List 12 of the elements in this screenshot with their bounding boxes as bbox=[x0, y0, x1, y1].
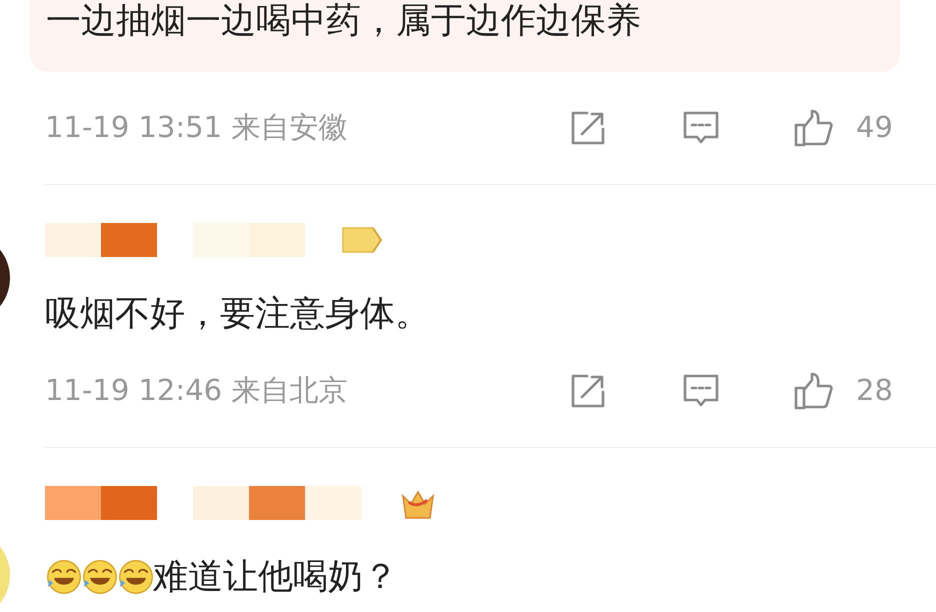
comment-text: 一边抽烟一边喝中药，属于边作边保养 bbox=[46, 0, 642, 42]
thumbs-up-icon[interactable] bbox=[792, 107, 834, 149]
laughing-crying-emoji-icon bbox=[45, 558, 83, 596]
like-count: 28 bbox=[856, 372, 893, 410]
laughing-crying-emoji-icon bbox=[81, 558, 119, 596]
comment-text: 吸烟不好，要注意身体。 bbox=[45, 293, 430, 335]
comment-meta: 11-19 13:51 来自安徽 bbox=[45, 109, 348, 146]
like-count: 49 bbox=[856, 109, 893, 146]
comment-meta: 11-19 12:46 来自北京 bbox=[45, 372, 348, 410]
laughing-crying-emoji-icon bbox=[117, 558, 155, 596]
thumbs-up-icon[interactable] bbox=[792, 370, 834, 412]
comment-text: 难道让他喝奶？ bbox=[153, 556, 398, 598]
